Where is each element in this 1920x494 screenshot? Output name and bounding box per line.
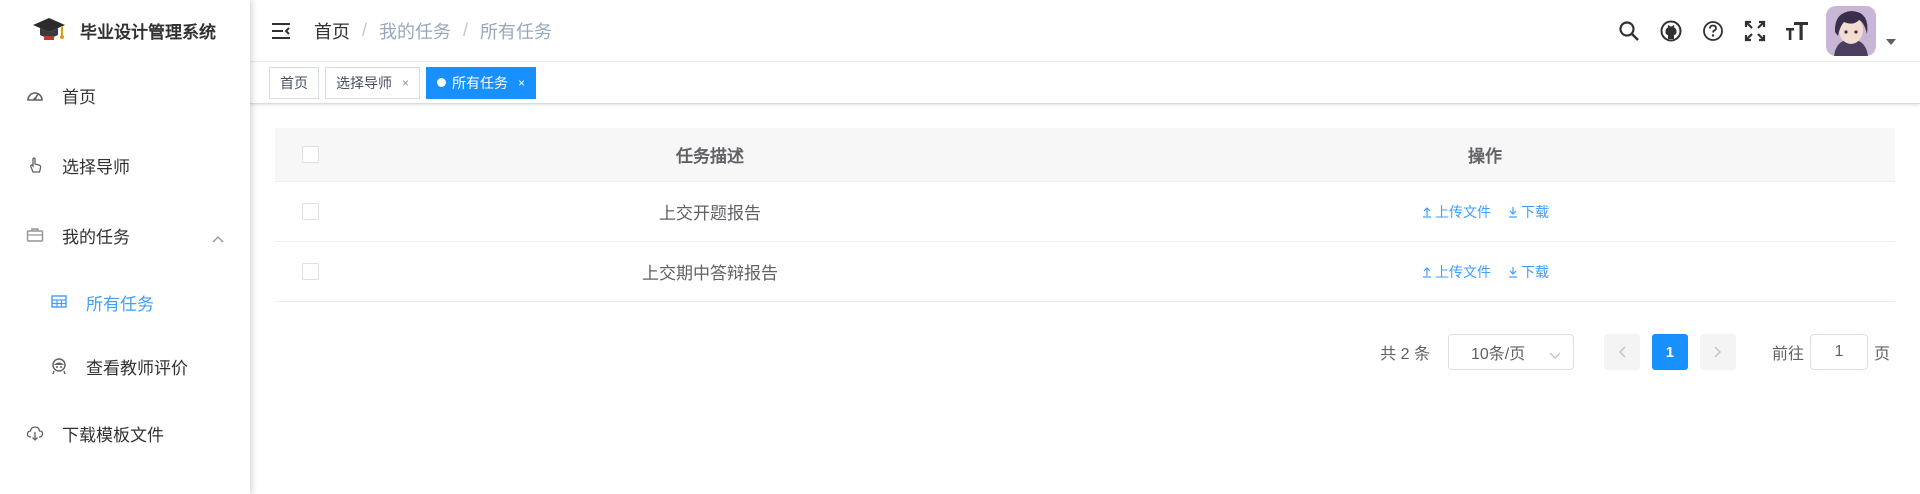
app-logo[interactable]: 毕业设计管理系统 xyxy=(0,0,250,60)
table-icon xyxy=(50,293,68,311)
navbar: 首页 / 我的任务 / 所有任务 xyxy=(250,0,1920,62)
page-size-value: 10条/页 xyxy=(1470,346,1526,363)
column-header-desc: 任务描述 xyxy=(676,147,744,166)
fullscreen-icon[interactable] xyxy=(1742,18,1768,44)
jump-suffix: 页 xyxy=(1873,346,1890,363)
search-icon[interactable] xyxy=(1616,18,1642,44)
caret-down-icon[interactable] xyxy=(1886,39,1896,45)
sidebar-item-all-tasks[interactable]: 所有任务 xyxy=(0,270,250,334)
next-page-button[interactable] xyxy=(1699,334,1736,370)
download-icon xyxy=(1509,206,1517,218)
tag-all-tasks[interactable]: 所有任务 × xyxy=(426,66,537,99)
breadcrumb-separator: / xyxy=(463,20,469,40)
chevron-right-icon xyxy=(1714,346,1722,358)
pagination: 共 2 条 10条/页 1 前往 页 xyxy=(1380,334,1890,370)
avatar[interactable] xyxy=(1826,6,1876,56)
download-icon xyxy=(1509,266,1517,278)
pagination-total: 共 2 条 xyxy=(1380,346,1430,363)
peoples-icon xyxy=(50,357,68,375)
table-row: 上交开题报告 上传文件 下载 xyxy=(275,182,1895,242)
page-jump-input[interactable] xyxy=(1809,334,1868,370)
sidebar-item-label: 我的任务 xyxy=(62,227,130,247)
tag-label: 首页 xyxy=(280,74,308,91)
chevron-left-icon xyxy=(1618,346,1626,358)
tags-view: 首页 选择导师 × 所有任务 × xyxy=(250,62,1920,104)
sidebar-item-download-templates[interactable]: 下载模板文件 xyxy=(0,398,250,468)
upload-file-button[interactable]: 上传文件 xyxy=(1421,262,1491,282)
breadcrumb-home[interactable]: 首页 xyxy=(314,18,350,44)
row-checkbox[interactable] xyxy=(301,203,319,220)
tag-label: 所有任务 xyxy=(452,74,509,91)
download-button[interactable]: 下载 xyxy=(1507,262,1549,282)
breadcrumb-separator: / xyxy=(362,20,368,40)
tasks-table: 任务描述 操作 上交开题报告 上传文件 下载 上交期中答辩报告 上传文件 下载 xyxy=(275,128,1895,302)
hamburger-icon[interactable] xyxy=(270,20,292,42)
chevron-up-icon xyxy=(212,228,224,248)
sidebar-item-label: 下载模板文件 xyxy=(62,425,164,445)
page-size-select[interactable]: 10条/页 xyxy=(1447,334,1574,370)
upload-label: 上传文件 xyxy=(1435,203,1491,220)
upload-icon xyxy=(1423,206,1431,218)
row-checkbox[interactable] xyxy=(301,263,319,280)
cloud-download-icon xyxy=(26,424,44,442)
upload-file-button[interactable]: 上传文件 xyxy=(1421,202,1491,222)
github-icon[interactable] xyxy=(1658,18,1684,44)
select-all-checkbox[interactable] xyxy=(301,146,319,163)
close-icon[interactable]: × xyxy=(518,68,525,98)
sidebar: 毕业设计管理系统 首页 选择导师 我的任务 所有任务 查看教师评价 下载模板文件 xyxy=(0,0,250,494)
tag-select-tutor[interactable]: 选择导师 × xyxy=(325,66,421,99)
close-icon[interactable]: × xyxy=(402,68,409,98)
tag-label: 选择导师 xyxy=(336,74,392,91)
sidebar-item-teacher-reviews[interactable]: 查看教师评价 xyxy=(0,334,250,398)
sidebar-item-label: 首页 xyxy=(62,87,96,107)
question-icon[interactable] xyxy=(1700,18,1726,44)
download-label: 下载 xyxy=(1521,203,1549,220)
sidebar-item-label: 所有任务 xyxy=(86,294,154,314)
hand-pointer-icon xyxy=(26,156,44,174)
prev-page-button[interactable] xyxy=(1603,334,1640,370)
sidebar-item-my-tasks[interactable]: 我的任务 xyxy=(0,200,250,270)
download-button[interactable]: 下载 xyxy=(1507,202,1549,222)
sidebar-item-select-tutor[interactable]: 选择导师 xyxy=(0,130,250,200)
upload-label: 上传文件 xyxy=(1435,263,1491,280)
briefcase-icon xyxy=(26,226,44,244)
jump-prefix: 前往 xyxy=(1771,346,1804,363)
chevron-down-icon xyxy=(1549,347,1561,365)
tag-home[interactable]: 首页 xyxy=(269,66,319,99)
text-size-icon[interactable] xyxy=(1784,18,1810,44)
breadcrumb-all-tasks: 所有任务 xyxy=(480,21,553,42)
sidebar-item-home[interactable]: 首页 xyxy=(0,60,250,130)
sidebar-item-label: 选择导师 xyxy=(62,157,130,177)
sidebar-item-label: 查看教师评价 xyxy=(86,358,188,378)
graduation-cap-icon xyxy=(32,16,66,44)
navbar-right-menu xyxy=(1600,0,1896,62)
download-label: 下载 xyxy=(1521,263,1549,280)
column-header-ops: 操作 xyxy=(1468,147,1502,166)
table-header: 任务描述 操作 xyxy=(275,128,1895,182)
breadcrumb: 首页 / 我的任务 / 所有任务 xyxy=(314,18,552,44)
active-dot-icon xyxy=(437,78,447,87)
dashboard-icon xyxy=(26,86,44,104)
table-row: 上交期中答辩报告 上传文件 下载 xyxy=(275,242,1895,302)
page-jumper: 前往 页 xyxy=(1772,334,1890,370)
app-title: 毕业设计管理系统 xyxy=(80,22,216,42)
page-number-button[interactable]: 1 xyxy=(1651,334,1688,370)
breadcrumb-my-tasks: 我的任务 xyxy=(379,21,452,42)
upload-icon xyxy=(1423,266,1431,278)
task-desc: 上交开题报告 xyxy=(659,204,761,223)
task-desc: 上交期中答辩报告 xyxy=(642,264,778,283)
